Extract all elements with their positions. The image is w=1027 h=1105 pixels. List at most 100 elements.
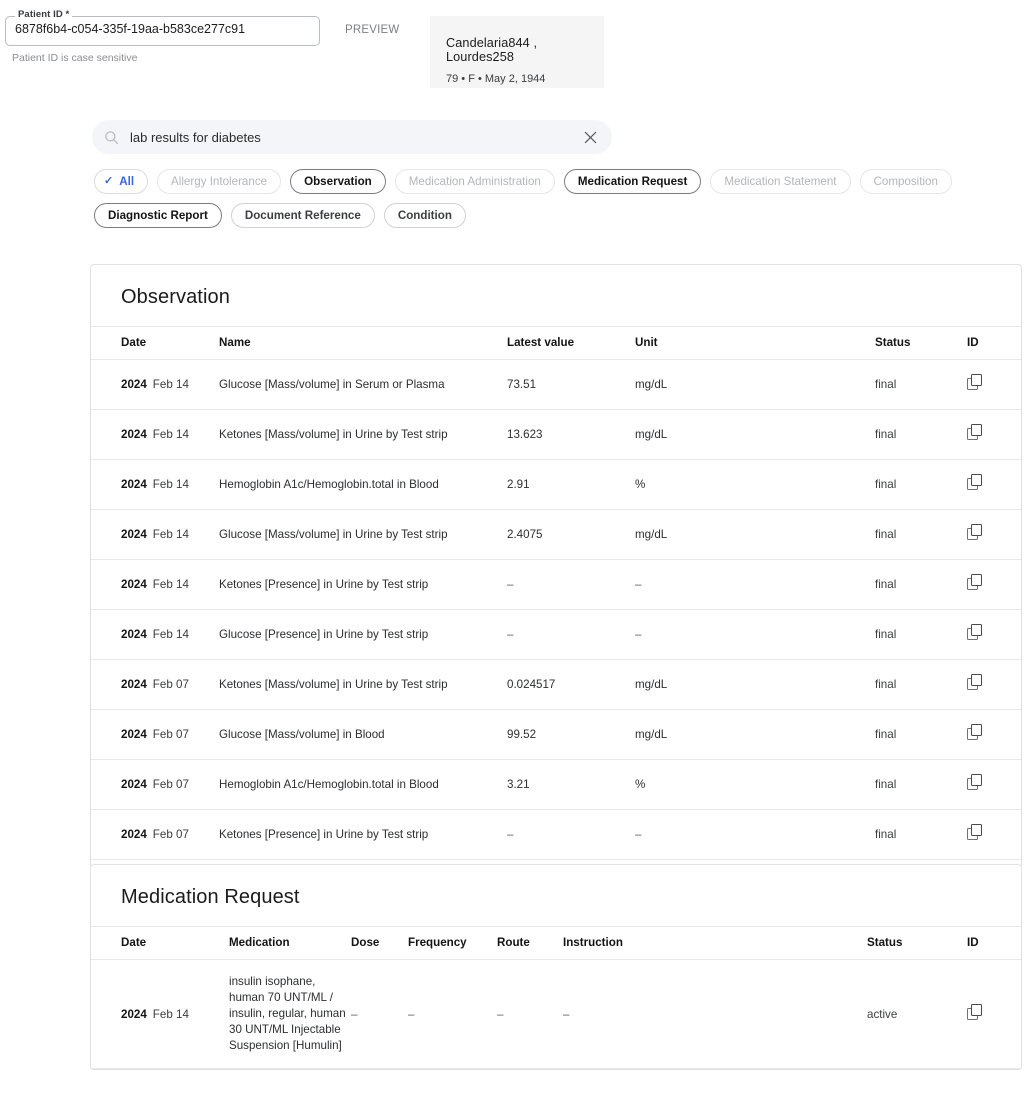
cell-unit: – [635, 810, 875, 860]
table-header-row: Date Name Latest value Unit Status ID [91, 327, 1022, 360]
cell-latest-value: 0.024517 [507, 660, 635, 710]
filter-chip-diagnostic-report[interactable]: Diagnostic Report [94, 203, 222, 228]
filter-chip-label: Condition [398, 209, 452, 222]
copy-icon[interactable] [967, 1004, 985, 1022]
cell-date: 2024 Feb 07 [91, 660, 219, 710]
date-year: 2024 [121, 428, 147, 441]
date-year: 2024 [121, 478, 147, 491]
date-monthday: Feb 14 [153, 578, 189, 591]
cell-name: Glucose [Mass/volume] in Urine by Test s… [219, 510, 507, 560]
cell-id [967, 510, 1022, 560]
filter-chip-composition: Composition [860, 169, 952, 194]
column-header-status: Status [867, 927, 967, 960]
cell-id [967, 960, 1022, 1069]
cell-date: 2024Feb 14 [91, 510, 219, 560]
cell-status: final [875, 610, 967, 660]
cell-date: 2024 Feb 14 [91, 360, 219, 410]
search-input[interactable] [119, 130, 582, 145]
filter-chip-all[interactable]: ✓All [94, 169, 148, 194]
date-monthday: Feb 14 [153, 378, 189, 391]
table-row: 2024Feb 14Glucose [Mass/volume] in Serum… [91, 360, 1022, 410]
cell-status: active [867, 960, 967, 1069]
filter-chip-allergy-intolerance: Allergy Intolerance [157, 169, 281, 194]
table-row: 2024 Feb 14 Glucose [Presence] in Urine by… [91, 610, 1022, 660]
preview-label: PREVIEW [345, 24, 399, 36]
date-monthday: Feb 07 [153, 728, 189, 741]
filter-chip-label: Medication Statement [724, 175, 836, 188]
copy-icon-front [971, 724, 982, 736]
column-header-date: Date [91, 327, 219, 360]
cell-date: 2024Feb 14 [91, 960, 229, 1069]
table-row: 2024Feb 14Hemoglobin A1c/Hemoglobin.tota… [91, 460, 1022, 510]
patient-name: Candelaria844 , Lourdes258 [446, 36, 588, 64]
cell-latest-value: 3.21 [507, 760, 635, 810]
patient-id-input[interactable] [15, 22, 305, 36]
cell-date: 2024Feb 07 [91, 810, 219, 860]
copy-icon[interactable] [967, 474, 985, 492]
date-year: 2024 [121, 578, 147, 591]
date-year: 2024 [121, 378, 147, 391]
cell-name: Glucose [Presence] in Urine by Test stri… [219, 610, 507, 660]
table-row: 2024Feb 07Hemoglobin A1c/Hemoglobin.tota… [91, 760, 1022, 810]
column-header-status: Status [875, 327, 967, 360]
copy-icon[interactable] [967, 674, 985, 692]
cell-latest-value: 73.51 [507, 360, 635, 410]
observation-table-body: 2024Feb 14Glucose [Mass/volume] in Serum… [91, 360, 1022, 860]
medication-request-table-head: Date Medication Dose Frequency Route Ins… [91, 927, 1022, 960]
filter-chip-condition[interactable]: Condition [384, 203, 466, 228]
filter-chip-observation[interactable]: Observation [290, 169, 386, 194]
filter-chip-label: Diagnostic Report [108, 209, 208, 222]
date-monthday: Feb 14 [153, 628, 189, 641]
observation-table-head: Date Name Latest value Unit Status ID [91, 327, 1022, 360]
search-bar[interactable] [92, 120, 612, 154]
copy-icon-front [971, 474, 982, 486]
date-year: 2024 [121, 678, 147, 691]
medication-request-table-body: 2024Feb 14insulin isophane, human 70 UNT… [91, 960, 1022, 1069]
patient-demographics: 79 • F • May 2, 1944 [446, 73, 588, 85]
copy-icon[interactable] [967, 774, 985, 792]
date-year: 2024 [121, 778, 147, 791]
filter-chip-medication-statement: Medication Statement [710, 169, 850, 194]
cell-id [967, 760, 1022, 810]
date-year: 2024 [121, 828, 147, 841]
cell-date: 2024Feb 07 [91, 710, 219, 760]
filter-chip-label: Medication Request [578, 175, 688, 188]
copy-icon[interactable] [967, 574, 985, 592]
table-row: 2024Feb 14insulin isophane, human 70 UNT… [91, 960, 1022, 1069]
copy-icon[interactable] [967, 524, 985, 542]
column-header-route: Route [497, 927, 563, 960]
observation-table: Date Name Latest value Unit Status ID 20… [91, 326, 1022, 860]
cell-date: 2024Feb 14 [91, 460, 219, 510]
patient-id-label: Patient ID * [15, 10, 72, 20]
cell-status: final [875, 710, 967, 760]
medication-request-card: Medication Request Date Medication Dose … [90, 864, 1022, 1070]
copy-icon[interactable] [967, 624, 985, 642]
copy-icon[interactable] [967, 424, 985, 442]
date-year: 2024 [121, 628, 147, 641]
date-monthday: Feb 07 [153, 678, 189, 691]
date-monthday: Feb 14 [153, 1008, 189, 1021]
resource-type-filter-chips: ✓All Allergy Intolerance Observation Medica… [94, 169, 1014, 228]
close-icon[interactable] [582, 129, 598, 145]
filter-chip-document-reference[interactable]: Document Reference [231, 203, 375, 228]
filter-chip-medication-request[interactable]: Medication Request [564, 169, 702, 194]
search-icon [104, 130, 119, 145]
column-header-instruction: Instruction [563, 927, 867, 960]
copy-icon-front [971, 1004, 982, 1016]
copy-icon[interactable] [967, 724, 985, 742]
cell-status: final [875, 560, 967, 610]
column-header-id: ID [967, 327, 1022, 360]
copy-icon[interactable] [967, 374, 985, 392]
cell-instruction: – [563, 960, 867, 1069]
observation-title: Observation [91, 265, 1021, 326]
cell-id [967, 660, 1022, 710]
column-header-name: Name [219, 327, 507, 360]
cell-name: Ketones [Mass/volume] in Urine by Test s… [219, 660, 507, 710]
cell-id [967, 560, 1022, 610]
copy-icon[interactable] [967, 824, 985, 842]
patient-id-field[interactable]: Patient ID * [5, 16, 320, 46]
filter-chip-label: All [119, 175, 134, 188]
filter-chip-medication-administration: Medication Administration [395, 169, 555, 194]
cell-date: 2024 Feb 14 [91, 560, 219, 610]
copy-icon-front [971, 524, 982, 536]
